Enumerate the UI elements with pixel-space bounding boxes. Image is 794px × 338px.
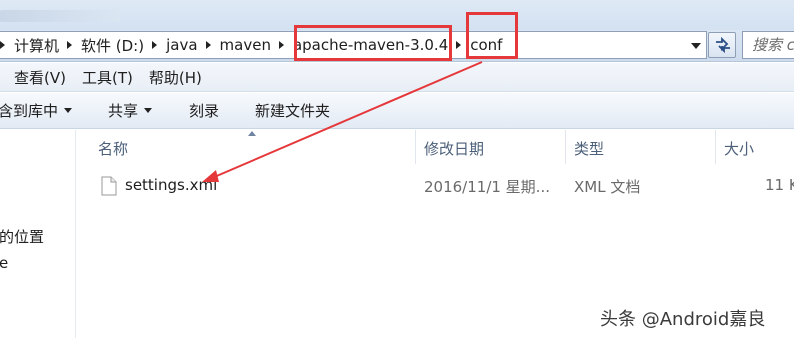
annotation-arrow-icon xyxy=(202,61,483,182)
watermark: 头条 @Android嘉良 xyxy=(600,309,766,330)
